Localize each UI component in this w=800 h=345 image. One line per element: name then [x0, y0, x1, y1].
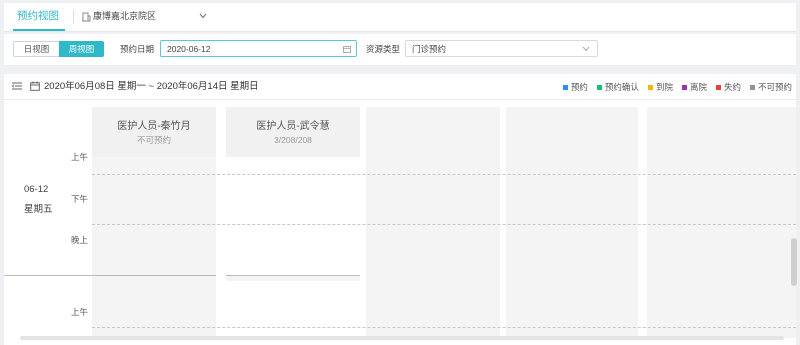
resource-status: 不可预约 — [136, 135, 171, 145]
period-label: 上午 — [71, 152, 89, 162]
day-divider — [226, 275, 360, 276]
chevron-down-icon[interactable] — [199, 13, 207, 19]
legend-label: 预约 — [570, 82, 588, 92]
date-picker-input[interactable]: 2020-06-12 — [160, 40, 357, 57]
filter-bar: 日视图 周视图 预约日期 2020-06-12 资源类型 门诊预约 — [4, 34, 796, 65]
schedule-panel: 2020年06月08日 星期一 ~ 2020年06月14日 星期日 预约 预约确… — [4, 74, 796, 345]
day-date: 06-12 — [24, 184, 49, 195]
resource-header[interactable]: 医护人员-秦竹月 不可预约 — [92, 107, 216, 157]
calendar-icon[interactable] — [343, 45, 351, 53]
date-value: 2020-06-12 — [167, 44, 211, 54]
period-label: 下午 — [71, 194, 89, 204]
legend-label: 预约确认 — [604, 82, 639, 92]
active-tab-indicator — [13, 29, 65, 31]
vertical-scrollbar[interactable] — [791, 238, 797, 286]
period-divider — [92, 174, 796, 175]
week-view-button[interactable]: 周视图 — [59, 41, 104, 57]
resource-type-label: 资源类型 — [366, 44, 401, 54]
legend-item: 到院 — [647, 82, 673, 92]
resource-name: 医护人员-武令慧 — [256, 121, 330, 132]
resource-column — [647, 107, 796, 338]
top-bar: 预约视图 康博嘉北京院区 — [4, 3, 796, 32]
building-icon — [82, 12, 91, 22]
day-divider — [4, 275, 216, 276]
calendar-icon — [30, 81, 40, 91]
chevron-down-icon — [582, 46, 590, 52]
resource-type-select[interactable]: 门诊预约 — [405, 40, 598, 57]
period-divider — [92, 224, 796, 225]
legend-item: 离院 — [681, 82, 707, 92]
schedule-cell[interactable] — [226, 281, 360, 338]
tab-appointment-view[interactable]: 预约视图 — [17, 10, 59, 22]
resource-name: 医护人员-秦竹月 — [117, 121, 191, 132]
legend-label: 到院 — [655, 82, 673, 92]
status-legend: 预约 预约确认 到院 离院 失约 不可预约 — [562, 82, 792, 92]
legend-label: 离院 — [689, 82, 707, 92]
legend-item: 预约确认 — [596, 82, 639, 92]
legend-swatch — [647, 84, 653, 90]
collapse-menu-icon[interactable] — [12, 82, 22, 90]
period-label: 上午 — [71, 307, 89, 317]
schedule-board: 医护人员-秦竹月 不可预约 医护人员-武令慧 3/208/208 06-12 星… — [4, 107, 796, 338]
day-view-button[interactable]: 日视图 — [13, 41, 60, 57]
date-label: 预约日期 — [120, 44, 155, 54]
day-weekday: 星期五 — [24, 204, 53, 215]
legend-item: 预约 — [562, 82, 588, 92]
resource-column — [366, 107, 500, 338]
date-range-title: 2020年06月08日 星期一 ~ 2020年06月14日 星期日 — [44, 81, 259, 92]
divider — [73, 10, 74, 24]
organization-selector[interactable]: 康博嘉北京院区 — [93, 11, 156, 22]
period-divider — [92, 327, 796, 328]
legend-swatch — [562, 84, 568, 90]
legend-swatch — [715, 84, 721, 90]
resource-column — [506, 107, 638, 338]
resource-status: 3/208/208 — [274, 135, 312, 145]
legend-swatch — [596, 84, 602, 90]
period-label: 晚上 — [71, 235, 89, 245]
resource-type-value: 门诊预约 — [412, 44, 447, 54]
legend-item: 不可预约 — [749, 82, 792, 92]
legend-label: 不可预约 — [757, 82, 792, 92]
resource-header[interactable]: 医护人员-武令慧 3/208/208 — [226, 107, 360, 157]
horizontal-scrollbar[interactable] — [20, 336, 784, 340]
legend-item: 失约 — [715, 82, 741, 92]
legend-swatch — [749, 84, 755, 90]
divider — [4, 99, 796, 100]
legend-label: 失约 — [723, 82, 741, 92]
legend-swatch — [681, 84, 687, 90]
